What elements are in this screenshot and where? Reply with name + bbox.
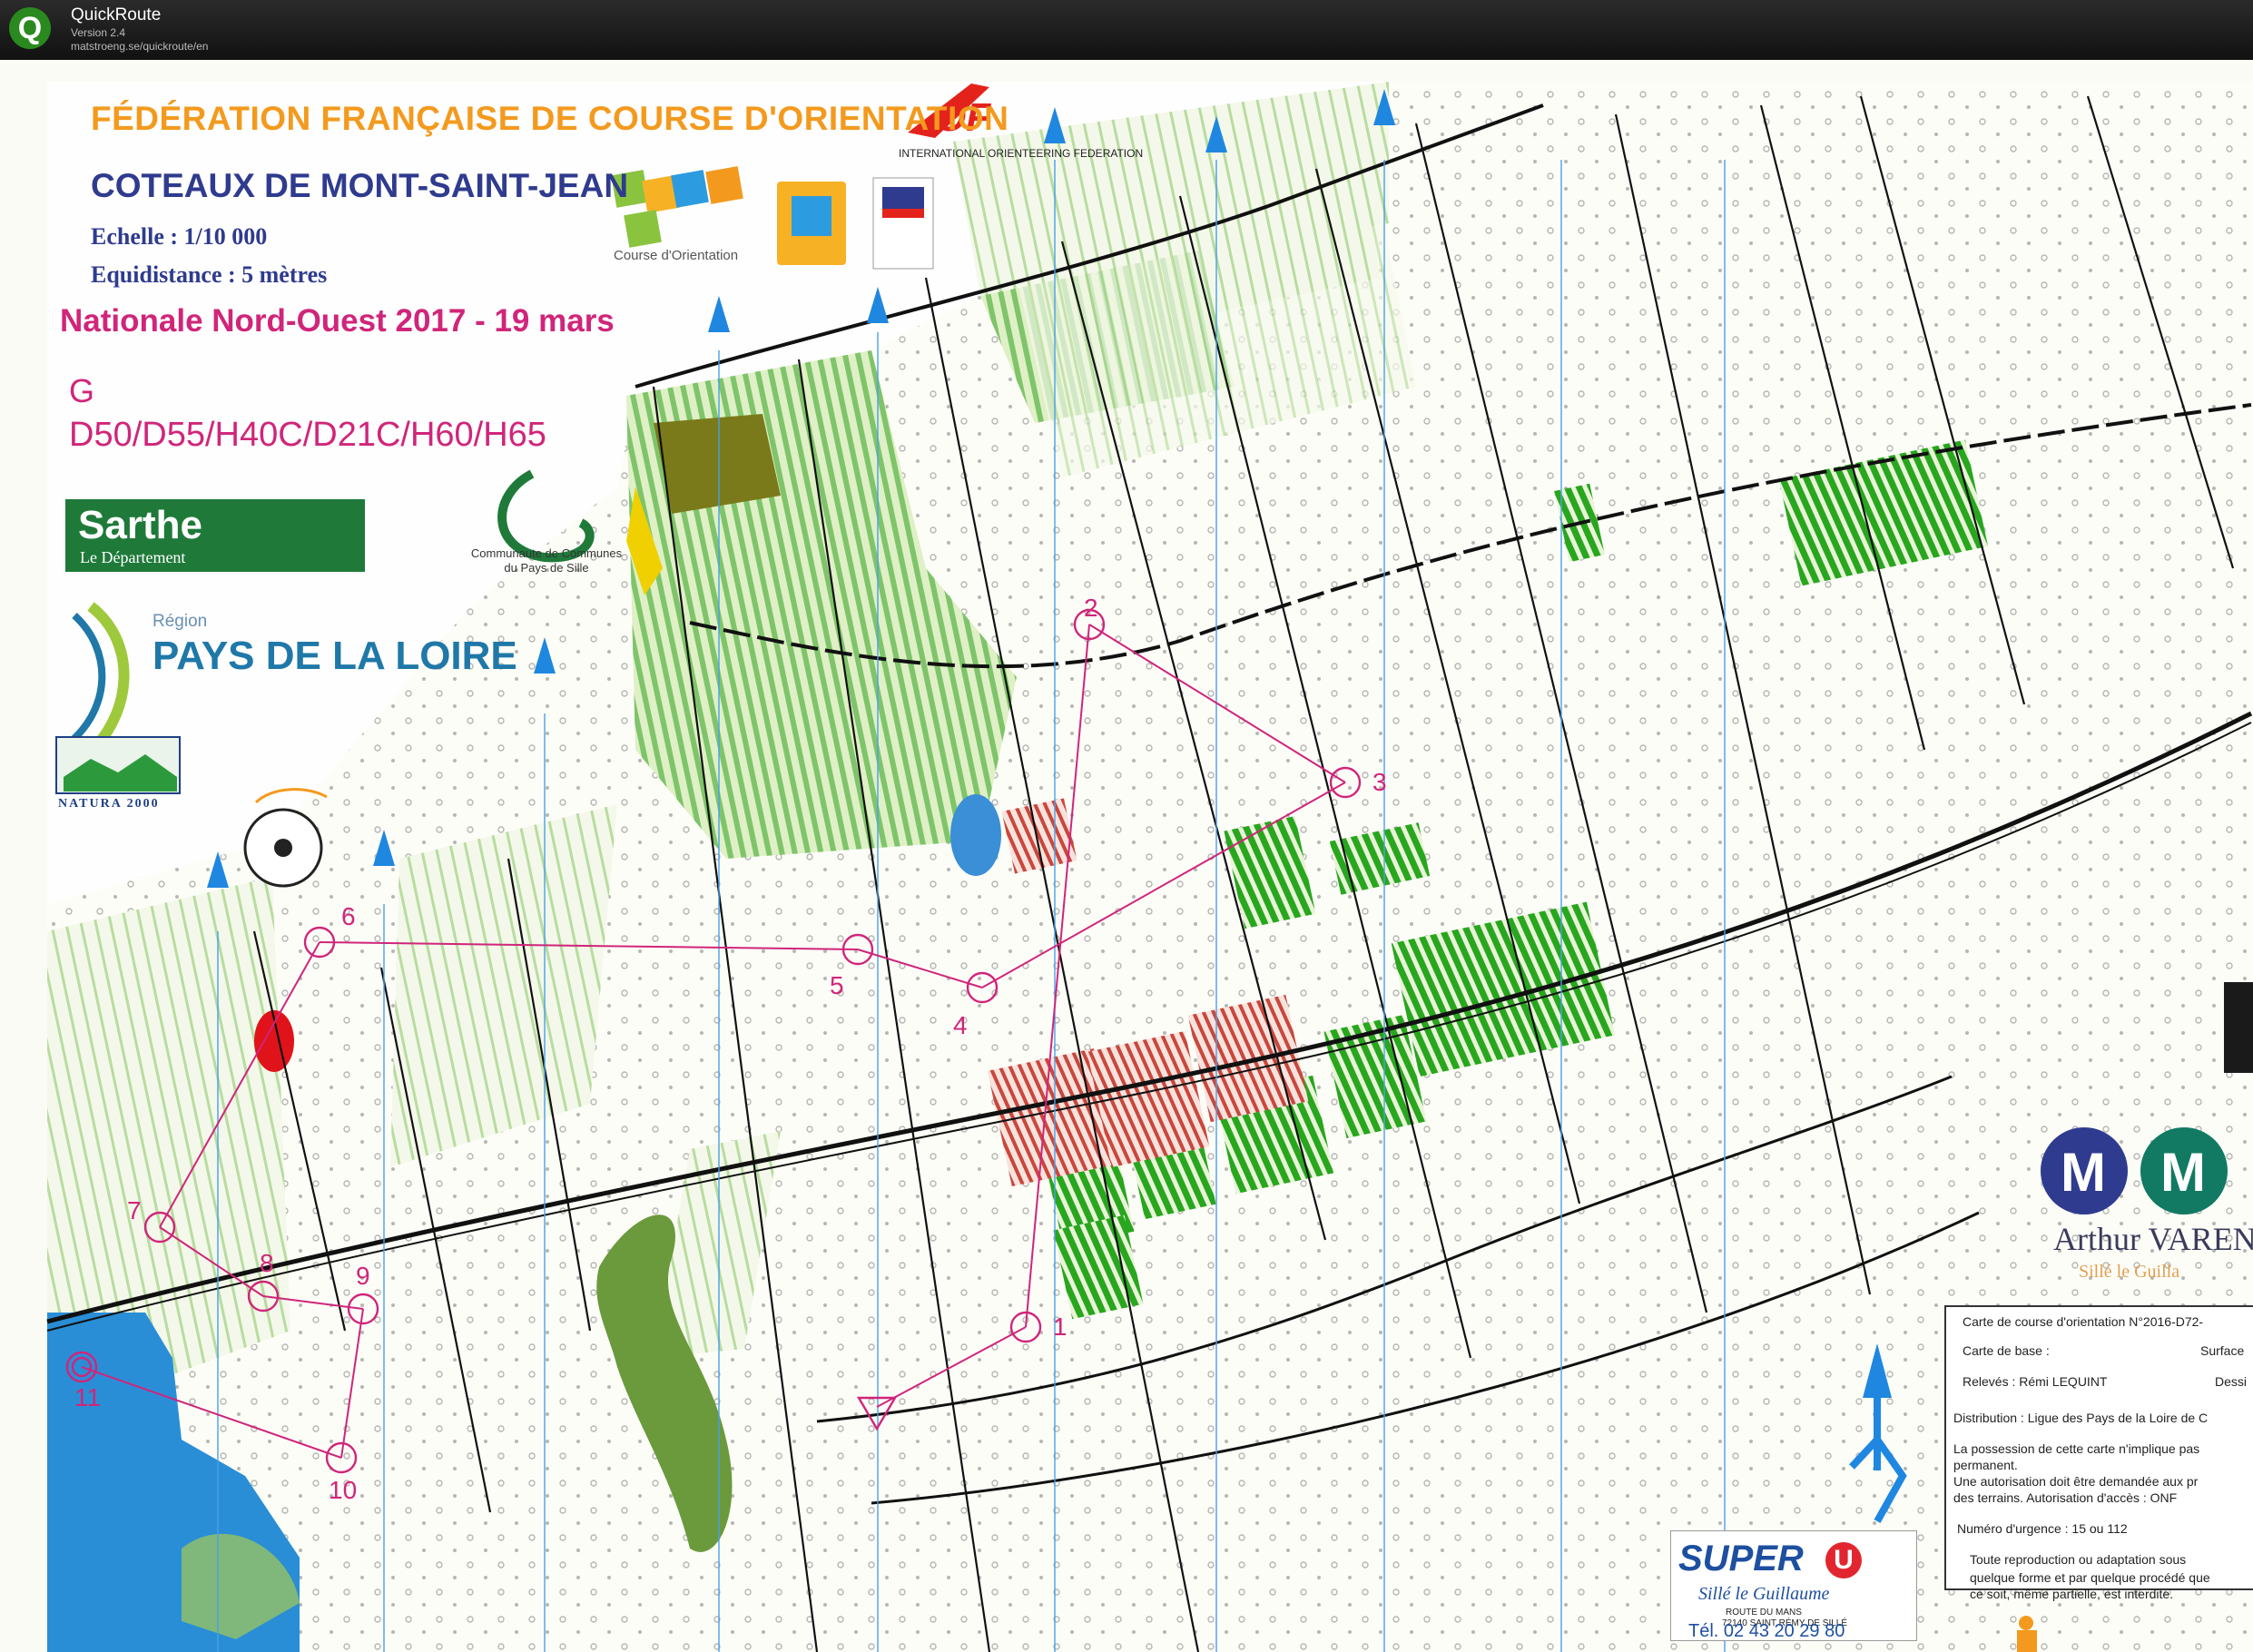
super-u-address-1: ROUTE DU MANS — [1726, 1608, 1802, 1618]
sponsor-town: Sillé le Guilla — [2079, 1262, 2180, 1282]
info-line-10: Toute reproduction ou adaptation sous — [1970, 1552, 2187, 1567]
app-title: QuickRoute — [71, 5, 162, 25]
info-line-3b: Dessi — [2215, 1374, 2248, 1389]
control-number-7: 7 — [127, 1196, 142, 1224]
course-classes: D50/D55/H40C/D21C/H60/H65 — [69, 416, 546, 454]
control-number-11: 11 — [74, 1383, 102, 1411]
svg-text:M: M — [2061, 1142, 2106, 1203]
info-line-9: Numéro d'urgence : 15 ou 112 — [1957, 1521, 2128, 1536]
ccps-label: Communaute de Communes du Pays de Sille — [470, 546, 623, 575]
sarthe-sub: Le Département — [80, 548, 186, 566]
super-u-badge: U — [1825, 1542, 1862, 1578]
svg-text:M: M — [2160, 1142, 2206, 1203]
edge-sponsor — [2224, 982, 2253, 1073]
sponsor-name: Arthur VAREN — [2053, 1221, 2253, 1257]
iof-label: INTERNATIONAL ORIENTEERING FEDERATION — [899, 147, 1144, 160]
info-line-8: des terrains. Autorisation d'accès : ONF — [1953, 1490, 2178, 1505]
info-line-11: quelque forme et par quelque procédé que — [1970, 1570, 2210, 1585]
quickroute-icon: Q — [9, 7, 51, 49]
info-line-12: ce soit, même partielle, est interdite. — [1970, 1587, 2174, 1601]
control-number-8: 8 — [260, 1249, 274, 1277]
info-line-7: Une autorisation doit être demandée aux … — [1953, 1474, 2199, 1489]
natura-label: NATURA 2000 — [58, 797, 160, 811]
title-bar: Q QuickRoute Version 2.4 matstroeng.se/q… — [0, 0, 2253, 60]
federation-title: FÉDÉRATION FRANÇAISE DE COURSE D'ORIENTA… — [91, 100, 1009, 137]
info-line-1: Carte de course d'orientation N°2016-D72… — [1963, 1314, 2204, 1329]
pictogram-icon — [2017, 1630, 2037, 1652]
control-number-4: 4 — [953, 1011, 968, 1039]
info-line-3: Relevés : Rémi LEQUINT — [1963, 1374, 2108, 1389]
control-number-2: 2 — [1084, 594, 1098, 622]
sarthe-name: Sarthe — [78, 503, 202, 547]
region-label: Région — [152, 612, 208, 631]
control-number-10: 10 — [329, 1476, 358, 1504]
super-u-phone: Tél. 02 43 20 29 80 — [1688, 1621, 1845, 1641]
info-line-4: Distribution : Ligue des Pays de la Loir… — [1953, 1411, 2209, 1425]
svg-text:Course d'Orientation: Course d'Orientation — [614, 248, 738, 263]
info-line-5: La possession de cette carte n'implique … — [1953, 1441, 2200, 1456]
orienteering-map[interactable]: OF Course d'Orientation M M FÉDÉRATION F… — [0, 60, 2253, 1652]
map-graphics: OF Course d'Orientation M M — [46, 82, 2253, 1652]
super-u-town: Sillé le Guillaume — [1698, 1584, 1830, 1604]
pond — [950, 794, 1001, 876]
info-line-6: permanent. — [1953, 1458, 2018, 1472]
control-number-9: 9 — [356, 1262, 370, 1290]
control-number-5: 5 — [830, 971, 844, 999]
olive-area — [654, 414, 781, 514]
map-scale: Echelle : 1/10 000 — [91, 223, 268, 250]
info-line-2b: Surface — [2200, 1343, 2245, 1358]
region-name: PAYS DE LA LOIRE — [152, 634, 517, 678]
app-url[interactable]: matstroeng.se/quickroute/en — [71, 40, 208, 53]
course-name: G — [69, 372, 95, 409]
app-version: Version 2.4 — [71, 26, 126, 39]
control-number-3: 3 — [1372, 768, 1387, 796]
map-name: COTEAUX DE MONT-SAINT-JEAN — [91, 167, 629, 204]
event-title: Nationale Nord-Ouest 2017 - 19 mars — [60, 303, 615, 339]
control-number-6: 6 — [341, 902, 356, 930]
control-number-1: 1 — [1053, 1313, 1067, 1341]
sarthe-logo: Sarthe Le Département — [65, 499, 365, 572]
super-u-name: SUPER — [1678, 1539, 1804, 1578]
info-line-2: Carte de base : — [1963, 1343, 2050, 1358]
map-equidistance: Equidistance : 5 mètres — [91, 261, 328, 288]
